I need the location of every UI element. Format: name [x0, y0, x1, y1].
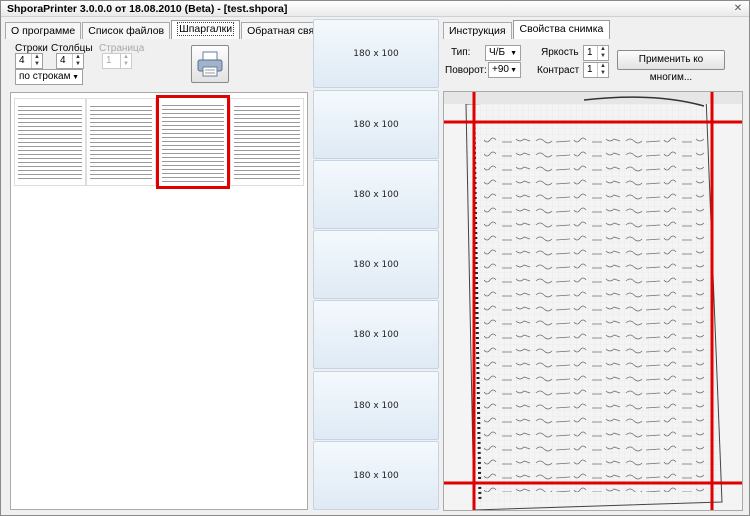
chevron-down-icon: ▼	[510, 50, 517, 57]
tab-instructions[interactable]: Инструкция	[443, 22, 512, 39]
rotate-value: +90	[492, 64, 509, 75]
contrast-spinner[interactable]: 1 ▲ ▼	[583, 62, 609, 78]
slot-1[interactable]: 180 x 100	[313, 19, 439, 88]
rotate-dropdown[interactable]: +90 ▼	[488, 62, 521, 78]
order-dropdown[interactable]: по строкам ▼	[15, 69, 83, 85]
layout-slots-column: 180 x 100 180 x 100 180 x 100 180 x 100 …	[313, 19, 439, 512]
sheet-text-lines	[18, 103, 82, 181]
type-dropdown[interactable]: Ч/Б ▼	[485, 45, 521, 61]
tab-about[interactable]: О программе	[5, 22, 82, 39]
chevron-down-icon: ▼	[510, 67, 517, 74]
slot-2[interactable]: 180 x 100	[313, 90, 439, 159]
tab-cheatsheets[interactable]: Шпаргалки	[171, 20, 241, 39]
slot-4[interactable]: 180 x 100	[313, 230, 439, 299]
cols-value: 4	[60, 55, 66, 66]
rows-value: 4	[19, 55, 25, 66]
contrast-value: 1	[587, 64, 593, 75]
tab-cheatsheets-label: Шпаргалки	[177, 22, 235, 36]
sheet-text-lines	[162, 102, 224, 182]
tab-about-label: О программе	[11, 25, 76, 37]
apply-to-many-button[interactable]: Применить ко многим...	[617, 50, 725, 83]
thumbnail-sheet-4[interactable]	[230, 98, 304, 186]
left-tab-bar: О программе Список файлов Шпаргалки Обра…	[5, 20, 332, 39]
tab-instructions-label: Инструкция	[449, 25, 506, 37]
brightness-value: 1	[587, 47, 593, 58]
close-icon[interactable]: ✕	[731, 3, 745, 15]
sheet-text-lines	[90, 103, 152, 181]
cols-spinner[interactable]: 4 ▲ ▼	[56, 53, 84, 69]
order-value: по строкам	[19, 71, 71, 82]
spinner-arrows-icon[interactable]: ▲ ▼	[597, 46, 608, 60]
app-window: ShporaPrinter 3.0.0.0 от 18.08.2010 (Bet…	[0, 0, 750, 516]
rows-spinner[interactable]: 4 ▲ ▼	[15, 53, 43, 69]
tab-file-list[interactable]: Список файлов	[82, 22, 171, 39]
sheet-text-lines	[234, 103, 300, 181]
contrast-label: Контраст	[537, 65, 580, 76]
window-title: ShporaPrinter 3.0.0.0 от 18.08.2010 (Bet…	[7, 3, 288, 15]
print-button[interactable]	[191, 45, 229, 83]
thumbnail-sheet-3-selected[interactable]	[156, 95, 230, 189]
right-tab-bar: Инструкция Свойства снимка	[443, 20, 611, 39]
spinner-arrows-icon[interactable]: ▲ ▼	[31, 54, 42, 68]
title-bar: ShporaPrinter 3.0.0.0 от 18.08.2010 (Bet…	[1, 1, 749, 17]
tab-image-properties-label: Свойства снимка	[519, 23, 604, 35]
spinner-arrows-icon[interactable]: ▲ ▼	[72, 54, 83, 68]
page-spinner: 1 ▲ ▼	[102, 53, 132, 69]
notebook-scan	[444, 92, 742, 510]
tab-file-list-label: Список файлов	[88, 25, 165, 37]
tab-image-properties[interactable]: Свойства снимка	[512, 20, 611, 39]
type-label: Тип:	[451, 47, 471, 58]
page-value: 1	[106, 55, 112, 66]
brightness-spinner[interactable]: 1 ▲ ▼	[583, 45, 609, 61]
spinner-arrows-icon[interactable]: ▲ ▼	[597, 63, 608, 77]
brightness-label: Яркость	[541, 47, 579, 58]
slot-3[interactable]: 180 x 100	[313, 160, 439, 229]
slot-6[interactable]: 180 x 100	[313, 371, 439, 440]
type-value: Ч/Б	[489, 47, 506, 58]
chevron-down-icon: ▼	[72, 74, 79, 81]
thumbnail-sheet-1[interactable]	[14, 98, 86, 186]
spinner-arrows-icon: ▲ ▼	[120, 54, 131, 68]
thumbnail-sheet-2[interactable]	[86, 98, 156, 186]
rotate-label: Поворот:	[445, 65, 487, 76]
printer-icon	[197, 51, 223, 77]
slot-5[interactable]: 180 x 100	[313, 300, 439, 369]
image-preview[interactable]	[443, 91, 743, 511]
slot-7[interactable]: 180 x 100	[313, 441, 439, 510]
